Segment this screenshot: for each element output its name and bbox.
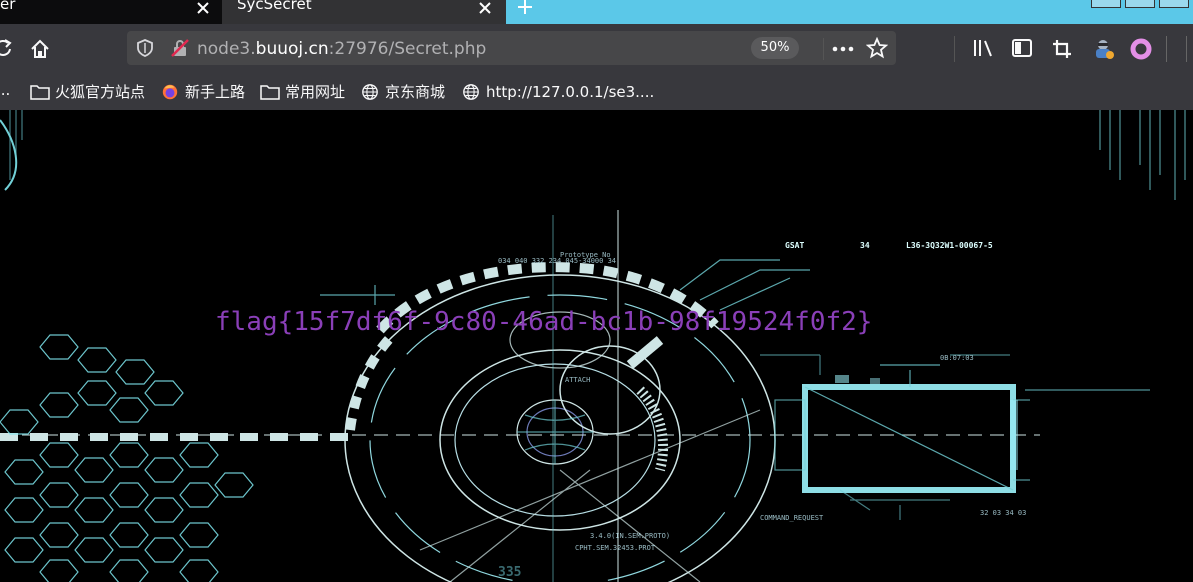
shield-icon[interactable] (136, 39, 154, 57)
tab-strip: er SycSecret (0, 0, 1193, 24)
navigation-toolbar: node3.buuoj.cn:27976/Secret.php 50% (0, 24, 1193, 74)
extension-agent-icon[interactable] (1091, 37, 1115, 61)
screenshot-crop-icon[interactable] (1051, 38, 1073, 60)
tab-label: er (0, 0, 16, 13)
sidebar-icon[interactable] (1011, 38, 1033, 58)
tab-label: SycSecret (237, 0, 312, 13)
home-icon[interactable] (29, 38, 51, 60)
bookmark-label: 常用网址 (285, 83, 346, 101)
url-bar[interactable]: node3.buuoj.cn:27976/Secret.php 50% (127, 31, 896, 65)
insecure-lock-icon[interactable] (170, 38, 190, 58)
tab-sycsecret[interactable]: SycSecret (222, 0, 506, 24)
svg-text:ATTACH: ATTACH (565, 376, 590, 384)
bookmark-label: 火狐官方站点 (55, 83, 146, 101)
maximize-button[interactable] (1125, 0, 1155, 8)
bookmark-label: 新手上路 (185, 83, 246, 101)
flag-text: flag{15f7df6f-9c80-46ad-bc1b-98f19524f0f… (215, 307, 873, 337)
globe-icon (362, 84, 378, 100)
bookmark-label: 京东商城 (385, 83, 446, 101)
toolbar-separator (1186, 36, 1187, 62)
bookmark-jd-mall[interactable]: 京东商城 (360, 81, 450, 103)
minimize-button[interactable] (1091, 0, 1121, 8)
extension-circle-icon[interactable] (1130, 38, 1152, 60)
svg-text:COMMAND_REQUEST: COMMAND_REQUEST (760, 514, 824, 522)
firefox-icon (162, 84, 178, 100)
bookmark-overflow[interactable]: ... (0, 81, 10, 103)
bookmark-localhost[interactable]: http://127.0.0.1/se3.... (461, 81, 655, 103)
bookmark-getting-started[interactable]: 新手上路 (160, 81, 250, 103)
close-icon[interactable] (196, 1, 210, 15)
toolbar-separator (1166, 36, 1167, 62)
hud-label-gsat: GSAT (785, 241, 805, 250)
svg-text:0B:07:03: 0B:07:03 (940, 354, 974, 362)
svg-text:3.4.0(IN.SEM.PROTO): 3.4.0(IN.SEM.PROTO) (590, 532, 670, 540)
bookmark-folder-firefox-official[interactable]: 火狐官方站点 (30, 81, 150, 103)
page-actions-icon[interactable] (832, 46, 854, 52)
svg-text:32 03 34 03: 32 03 34 03 (980, 509, 1026, 517)
hud-label-number: 34 (860, 241, 870, 250)
svg-text:Prototype No: Prototype No (560, 251, 611, 259)
bookmark-folder-common-sites[interactable]: 常用网址 (260, 81, 350, 103)
hud-label-code: L36-3Q32W1-00067-5 (906, 241, 993, 250)
toolbar-separator (823, 38, 824, 60)
globe-icon (463, 84, 479, 100)
folder-icon (260, 85, 280, 100)
zoom-level-button[interactable]: 50% (751, 37, 799, 59)
tab-previous[interactable]: er (0, 0, 222, 24)
library-icon[interactable] (972, 38, 994, 58)
hud-background-image: 034 040 332 234 045-34000 34 Prototype N… (0, 110, 1186, 582)
folder-icon (30, 85, 50, 100)
bookmarks-toolbar: ... 火狐官方站点 新手上路 常用网址 京东商城 http://127.0.0… (0, 74, 1193, 111)
close-icon[interactable] (478, 1, 492, 15)
bookmark-label: http://127.0.0.1/se3.... (486, 83, 655, 101)
bookmark-star-icon[interactable] (866, 37, 888, 59)
svg-text:CPHT.SEM.32453.PROT: CPHT.SEM.32453.PROT (575, 544, 656, 552)
close-window-button[interactable] (1159, 0, 1189, 8)
reload-icon[interactable] (0, 38, 14, 58)
page-content: 034 040 332 234 045-34000 34 Prototype N… (0, 110, 1193, 582)
url-text[interactable]: node3.buuoj.cn:27976/Secret.php (197, 39, 486, 59)
hud-label-bottom: 335 (498, 565, 522, 580)
new-tab-icon[interactable] (512, 0, 538, 20)
toolbar-separator (954, 36, 955, 62)
